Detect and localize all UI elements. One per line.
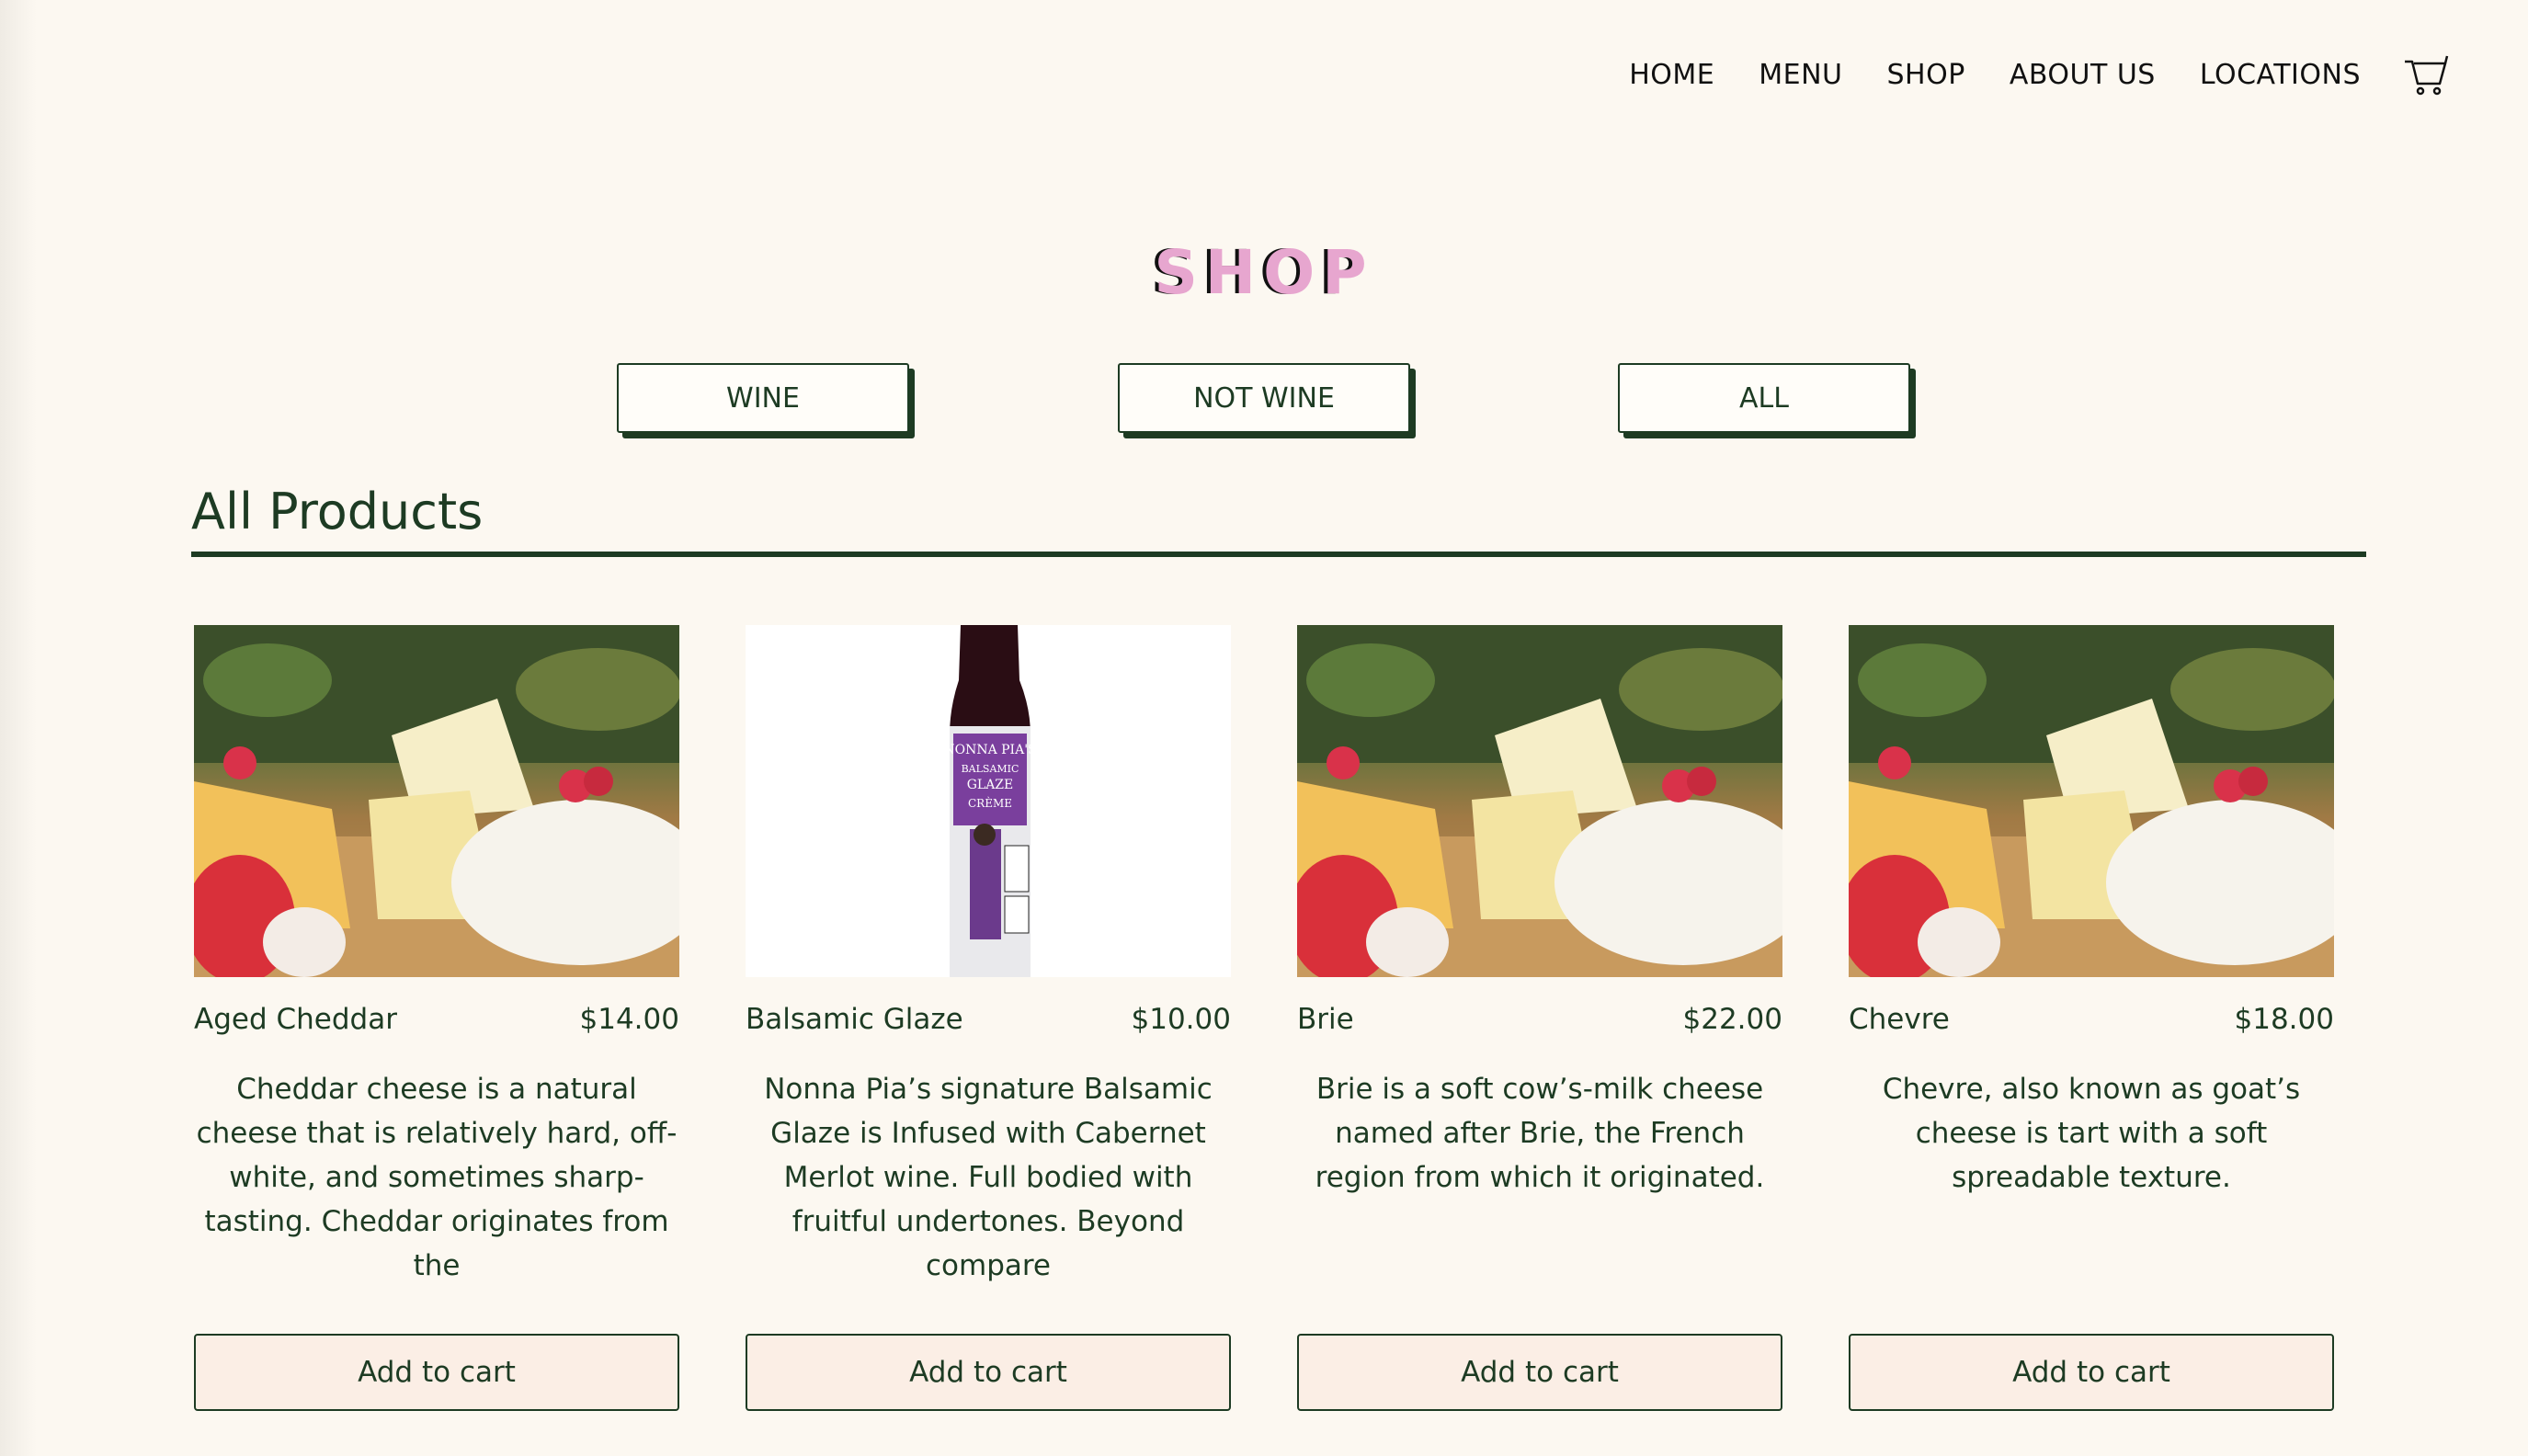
- add-to-cart-button[interactable]: Add to cart: [746, 1334, 1231, 1411]
- left-edge-shade: [0, 0, 37, 1456]
- filter-wine-button[interactable]: WINE: [617, 363, 909, 433]
- product-image[interactable]: [194, 625, 679, 977]
- product-name: Brie: [1297, 1003, 1354, 1036]
- product-price: $14.00: [579, 1003, 679, 1036]
- nav-locations[interactable]: LOCATIONS: [2200, 53, 2361, 97]
- product-card: NONNA PIA'S BALSAMIC GLAZE CRÈME Balsami…: [746, 625, 1231, 1411]
- svg-text:GLAZE: GLAZE: [967, 778, 1014, 792]
- svg-text:CRÈME: CRÈME: [968, 796, 1012, 810]
- main-nav: HOME MENU SHOP ABOUT US LOCATIONS: [1629, 53, 2449, 97]
- filter-all-button[interactable]: ALL: [1618, 363, 1910, 433]
- section-divider: [191, 552, 2366, 557]
- product-info-row: Brie $22.00: [1297, 1003, 1782, 1036]
- product-card: Brie $22.00 Brie is a soft cow’s-milk ch…: [1297, 625, 1782, 1411]
- nav-about-us[interactable]: ABOUT US: [2010, 53, 2156, 97]
- product-card: Aged Cheddar $14.00 Cheddar cheese is a …: [194, 625, 679, 1411]
- product-image[interactable]: [1849, 625, 2334, 977]
- nav-shop[interactable]: SHOP: [1887, 53, 1965, 97]
- shopping-cart-icon[interactable]: [2403, 54, 2449, 97]
- nav-menu[interactable]: MENU: [1759, 53, 1842, 97]
- cheese-board-photo: [1849, 625, 2334, 977]
- product-description: Nonna Pia’s signature Balsamic Glaze is …: [764, 1073, 1213, 1282]
- filter-not-wine-button[interactable]: NOT WINE: [1118, 363, 1410, 433]
- cheese-board-photo: [194, 625, 679, 977]
- bottle-label-text: NONNA PIA'S: [943, 743, 1036, 757]
- cheese-board-photo: [1297, 625, 1782, 977]
- product-card: Chevre $18.00 Chevre, also known as goat…: [1849, 625, 2334, 1411]
- product-description: Chevre, also known as goat’s cheese is t…: [1882, 1073, 2301, 1194]
- product-price: $18.00: [2234, 1003, 2334, 1036]
- product-name: Chevre: [1849, 1003, 1950, 1036]
- product-image[interactable]: NONNA PIA'S BALSAMIC GLAZE CRÈME: [746, 625, 1231, 977]
- add-to-cart-button[interactable]: Add to cart: [1849, 1334, 2334, 1411]
- page-title: SHOP: [1154, 237, 1374, 308]
- svg-text:BALSAMIC: BALSAMIC: [962, 763, 1019, 775]
- section-title: All Products: [191, 483, 484, 540]
- product-description: Cheddar cheese is a natural cheese that …: [196, 1073, 678, 1282]
- product-name: Balsamic Glaze: [746, 1003, 963, 1036]
- product-name: Aged Cheddar: [194, 1003, 397, 1036]
- nav-home[interactable]: HOME: [1629, 53, 1714, 97]
- add-to-cart-button[interactable]: Add to cart: [194, 1334, 679, 1411]
- product-image[interactable]: [1297, 625, 1782, 977]
- product-info-row: Aged Cheddar $14.00: [194, 1003, 679, 1036]
- product-price: $10.00: [1131, 1003, 1231, 1036]
- product-info-row: Chevre $18.00: [1849, 1003, 2334, 1036]
- add-to-cart-button[interactable]: Add to cart: [1297, 1334, 1782, 1411]
- balsamic-bottle-photo: NONNA PIA'S BALSAMIC GLAZE CRÈME: [746, 625, 1231, 977]
- product-price: $22.00: [1682, 1003, 1782, 1036]
- product-description: Brie is a soft cow’s-milk cheese named a…: [1315, 1073, 1765, 1194]
- product-info-row: Balsamic Glaze $10.00: [746, 1003, 1231, 1036]
